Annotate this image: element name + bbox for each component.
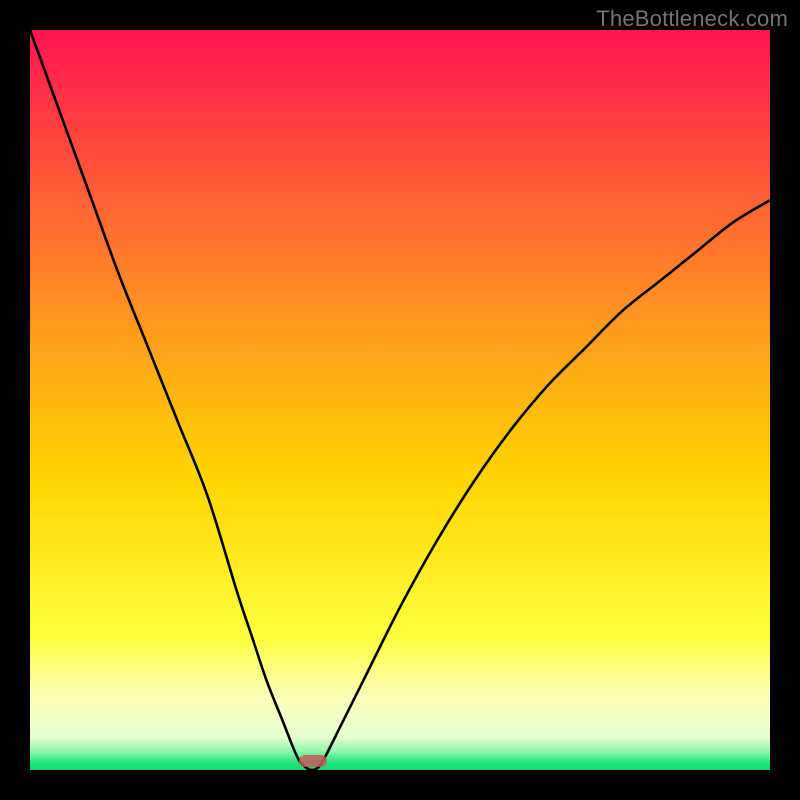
- plot-area: [30, 30, 770, 770]
- watermark-text: TheBottleneck.com: [596, 6, 788, 32]
- gradient-fill: [30, 30, 770, 770]
- minimum-marker: [299, 755, 327, 767]
- chart-frame: TheBottleneck.com: [0, 0, 800, 800]
